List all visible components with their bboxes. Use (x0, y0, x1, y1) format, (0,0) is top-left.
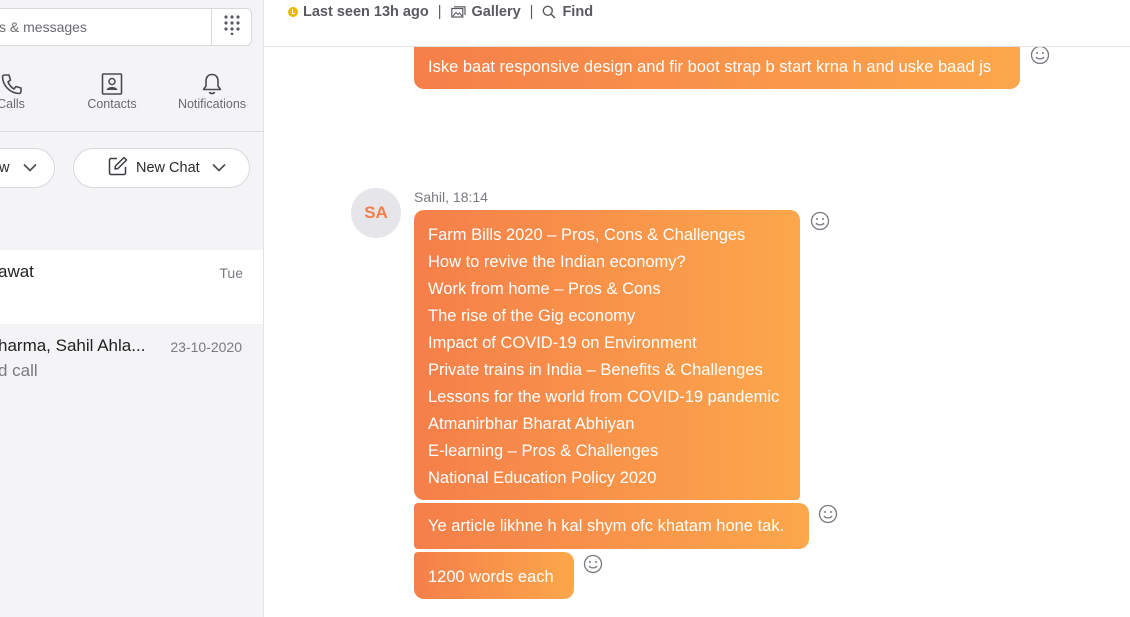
chevron-down-icon (212, 160, 226, 176)
find-button[interactable]: Find (542, 4, 593, 20)
avatar[interactable]: SA (351, 188, 401, 238)
chat-name: awat (0, 262, 34, 281)
emoji-reaction-icon[interactable] (583, 554, 603, 574)
chat-date: 23-10-2020 (170, 339, 242, 355)
filter-dropdown-label: w (0, 160, 10, 176)
emoji-reaction-icon[interactable] (1030, 45, 1050, 65)
sidebar: Calls Contacts Notifications w New Chat (0, 0, 264, 617)
avatar-initials: SA (364, 203, 388, 222)
topic-item: Work from home – Pros & Cons (428, 280, 661, 298)
search-icon (543, 5, 556, 19)
message-bubble[interactable]: Farm Bills 2020 – Pros, Cons & Challenge… (414, 210, 800, 500)
message-text: Iske baat responsive design and fir boot… (428, 58, 992, 76)
tab-calls[interactable]: Calls (0, 66, 56, 126)
topic-item: National Education Policy 2020 (428, 469, 657, 487)
phone-icon (0, 66, 56, 96)
search-input[interactable] (0, 9, 199, 45)
emoji-reaction-icon[interactable] (818, 504, 838, 524)
topic-item: E-learning – Pros & Challenges (428, 442, 659, 460)
topic-item: Atmanirbhar Bharat Abhiyan (428, 415, 635, 433)
message-text: Ye article likhne h kal shym ofc khatam … (428, 517, 785, 535)
header-separator: | (437, 4, 442, 20)
tab-notifications[interactable]: Notifications (167, 66, 257, 126)
contacts-icon (67, 66, 157, 96)
chat-list-item[interactable]: awat Tue (0, 250, 263, 324)
find-label: Find (562, 4, 594, 20)
dialpad-icon (223, 14, 240, 40)
conversation-header: Last seen 13h ago | Gallery | Find (264, 0, 1130, 47)
tab-contacts-label: Contacts (87, 97, 137, 111)
tab-notifications-label: Notifications (177, 97, 247, 111)
sidebar-tabs: Calls Contacts Notifications (0, 66, 263, 132)
chevron-down-icon (23, 160, 38, 176)
sender-name-time: Sahil, 18:14 (414, 189, 488, 205)
chat-date: Tue (219, 265, 243, 281)
chat-name: harma, Sahil Ahla... (0, 336, 146, 355)
filter-dropdown-button[interactable]: w (0, 148, 55, 188)
chat-last-message: d call (0, 361, 38, 380)
new-chat-label: New Chat (136, 160, 200, 176)
message-bubble[interactable]: 1200 words each (414, 552, 574, 599)
message-text: 1200 words each (428, 568, 554, 586)
emoji-reaction-icon[interactable] (810, 211, 830, 231)
topic-item: Private trains in India – Benefits & Cha… (428, 361, 763, 379)
gallery-button[interactable]: Gallery (450, 4, 521, 20)
message-bubble[interactable]: Ye article likhne h kal shym ofc khatam … (414, 503, 809, 549)
conversation-pane: Last seen 13h ago | Gallery | Find Iske … (264, 0, 1130, 617)
last-seen-text: Last seen 13h ago (303, 4, 429, 20)
topic-item: Lessons for the world from COVID-19 pand… (428, 388, 780, 406)
dialpad-button[interactable] (211, 9, 251, 45)
header-separator: | (529, 4, 534, 20)
message-bubble[interactable]: Iske baat responsive design and fir boot… (414, 46, 1020, 89)
topic-item: Farm Bills 2020 – Pros, Cons & Challenge… (428, 226, 746, 244)
away-status-icon (288, 7, 298, 17)
topic-item: Impact of COVID-19 on Environment (428, 334, 697, 352)
bell-icon (167, 66, 257, 96)
topic-item: The rise of the Gig economy (428, 307, 636, 325)
topic-item: How to revive the Indian economy? (428, 253, 686, 271)
chat-list-item[interactable]: harma, Sahil Ahla... 23-10-2020 d call (0, 324, 263, 394)
search-box[interactable] (0, 8, 252, 46)
tab-contacts[interactable]: Contacts (67, 66, 157, 126)
gallery-icon (450, 6, 466, 18)
tab-calls-label: Calls (0, 97, 25, 111)
gallery-label: Gallery (471, 4, 521, 20)
new-chat-button[interactable]: New Chat (73, 148, 250, 188)
compose-icon (108, 156, 128, 180)
